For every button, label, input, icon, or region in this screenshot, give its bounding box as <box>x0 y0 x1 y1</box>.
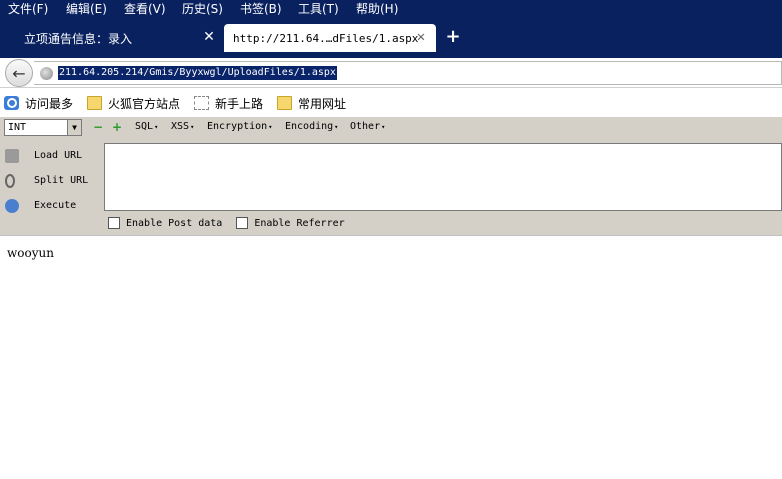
folder-icon <box>87 96 103 110</box>
split-url-label: Split URL <box>34 175 89 186</box>
bookmark-label: 火狐官方站点 <box>108 96 181 111</box>
increase-icon[interactable]: + <box>112 121 122 133</box>
menu-bookmarks[interactable]: 书签(B) <box>232 0 290 20</box>
bookmark-label: 新手上路 <box>215 96 264 111</box>
close-icon[interactable]: ✕ <box>414 30 428 44</box>
bookmark-firefox-official[interactable]: 火狐官方站点 <box>87 95 180 112</box>
chevron-down-icon[interactable]: ▼ <box>67 120 81 135</box>
folder-icon <box>277 96 293 110</box>
menu-history[interactable]: 历史(S) <box>174 0 232 20</box>
menu-tools[interactable]: 工具(T) <box>290 0 348 20</box>
checkbox-box[interactable] <box>236 217 249 229</box>
split-url-button[interactable]: Split URL <box>0 168 104 193</box>
checkbox-label: Enable Referrer <box>254 217 345 229</box>
menu-file[interactable]: 文件(F) <box>0 0 58 20</box>
back-button[interactable]: ← <box>5 59 33 87</box>
hackbar-actions: Load URL Split URL Execute <box>0 143 104 218</box>
bookmark-common-sites[interactable]: 常用网址 <box>277 95 346 112</box>
scissors-icon <box>5 173 15 188</box>
type-select-value: INT <box>8 122 27 133</box>
menu-encoding[interactable]: Encoding <box>285 121 338 132</box>
new-tab-button[interactable]: + <box>444 28 462 46</box>
tab-upload-file[interactable]: http://211.64.…dFiles/1.aspx ✕ <box>224 24 436 52</box>
address-bar[interactable]: 211.64.205.214/Gmis/Byyxwgl/UploadFiles/… <box>34 61 782 85</box>
execute-label: Execute <box>34 200 77 211</box>
bookmark-label: 访问最多 <box>25 96 74 111</box>
menu-sql[interactable]: SQL <box>135 121 158 132</box>
navigation-bar: ← 211.64.205.214/Gmis/Byyxwgl/UploadFile… <box>0 58 782 88</box>
title-bar: 文件(F) 编辑(E) 查看(V) 历史(S) 书签(B) 工具(T) 帮助(H… <box>0 0 782 58</box>
tab-label: 立项通告信息：录入 <box>24 31 133 46</box>
globe-icon <box>40 67 53 80</box>
url-textarea[interactable] <box>104 143 782 211</box>
close-icon[interactable]: ✕ <box>202 30 216 44</box>
search-icon <box>4 96 19 110</box>
hackbar-panel: INT ▼ − + SQL XSS Encryption Encoding Ot… <box>0 117 782 235</box>
bookmark-getting-started[interactable]: 新手上路 <box>194 95 263 112</box>
enable-referrer-checkbox[interactable]: Enable Referrer <box>236 217 345 229</box>
menu-other[interactable]: Other <box>350 121 385 132</box>
bookmark-label: 常用网址 <box>298 96 347 111</box>
load-url-button[interactable]: Load URL <box>0 143 104 168</box>
url-text[interactable]: 211.64.205.214/Gmis/Byyxwgl/UploadFiles/… <box>58 66 337 80</box>
tab-label: http://211.64.…dFiles/1.aspx <box>233 31 419 45</box>
hackbar-options: Enable Post data Enable Referrer <box>108 217 359 229</box>
load-icon <box>5 148 19 163</box>
type-select[interactable]: INT ▼ <box>4 119 82 136</box>
menu-help[interactable]: 帮助(H) <box>348 0 406 20</box>
load-url-label: Load URL <box>34 150 83 161</box>
menu-bar: 文件(F) 编辑(E) 查看(V) 历史(S) 书签(B) 工具(T) 帮助(H… <box>0 0 406 20</box>
menu-xss[interactable]: XSS <box>171 121 194 132</box>
menu-encryption[interactable]: Encryption <box>207 121 272 132</box>
execute-button[interactable]: Execute <box>0 193 104 218</box>
menu-edit[interactable]: 编辑(E) <box>58 0 116 20</box>
checkbox-box[interactable] <box>108 217 120 229</box>
page-content: wooyun <box>0 235 782 479</box>
page-icon <box>194 96 210 110</box>
decrease-icon[interactable]: − <box>93 121 103 133</box>
bookmark-most-visited[interactable]: 访问最多 <box>4 95 73 112</box>
bookmarks-bar: 访问最多 火狐官方站点 新手上路 常用网址 <box>0 89 782 117</box>
menu-view[interactable]: 查看(V) <box>116 0 174 20</box>
checkbox-label: Enable Post data <box>126 217 223 229</box>
page-body-text: wooyun <box>7 246 54 260</box>
tab-project-notice[interactable]: 立项通告信息：录入 ✕ <box>8 24 222 52</box>
arrow-left-icon: ← <box>12 63 26 83</box>
enable-post-data-checkbox[interactable]: Enable Post data <box>108 217 222 229</box>
play-icon <box>5 198 19 213</box>
